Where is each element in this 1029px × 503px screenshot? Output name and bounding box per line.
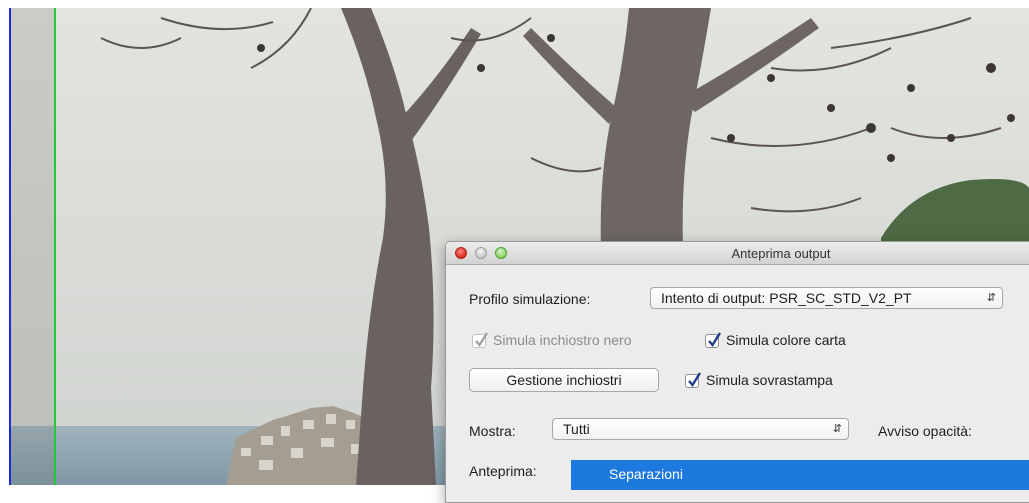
checkmark-icon xyxy=(688,372,702,388)
simulate-overprint-checkbox[interactable] xyxy=(685,372,702,388)
simulate-black-ink-label: Simula inchiostro nero xyxy=(493,332,632,348)
show-select[interactable]: Tutti ⇵ xyxy=(552,418,849,440)
simulate-overprint-label: Simula sovrastampa xyxy=(706,372,833,388)
simulation-profile-value: Intento di output: PSR_SC_STD_V2_PT xyxy=(661,290,912,306)
output-preview-dialog: Anteprima output Profilo simulazione: In… xyxy=(445,241,1029,503)
checkmark-icon xyxy=(475,332,488,347)
simulate-paper-color-label: Simula colore carta xyxy=(726,332,846,348)
bleed-area xyxy=(11,8,54,485)
opacity-warning-label: Avviso opacità: xyxy=(878,423,972,439)
simulate-paper-color-checkbox[interactable] xyxy=(705,332,722,348)
select-arrows-icon: ⇵ xyxy=(986,292,996,304)
checkmark-icon xyxy=(708,332,722,348)
show-select-value: Tutti xyxy=(563,421,590,437)
dialog-titlebar[interactable]: Anteprima output xyxy=(446,242,1029,265)
ink-manager-button[interactable]: Gestione inchiostri xyxy=(469,368,659,392)
simulate-black-ink-checkbox[interactable] xyxy=(472,332,488,348)
bleed-guide-line xyxy=(54,8,56,485)
select-arrows-icon: ⇵ xyxy=(832,423,842,435)
simulation-profile-select[interactable]: Intento di output: PSR_SC_STD_V2_PT ⇵ xyxy=(650,287,1003,309)
preview-mode-selected-item[interactable]: Separazioni xyxy=(609,466,683,482)
simulation-profile-label: Profilo simulazione: xyxy=(469,291,591,307)
preview-label: Anteprima: xyxy=(469,463,537,479)
show-label: Mostra: xyxy=(469,423,516,439)
pasteboard-top xyxy=(0,0,1029,8)
preview-mode-list[interactable]: Separazioni xyxy=(571,460,1029,490)
dialog-title: Anteprima output xyxy=(731,246,831,261)
